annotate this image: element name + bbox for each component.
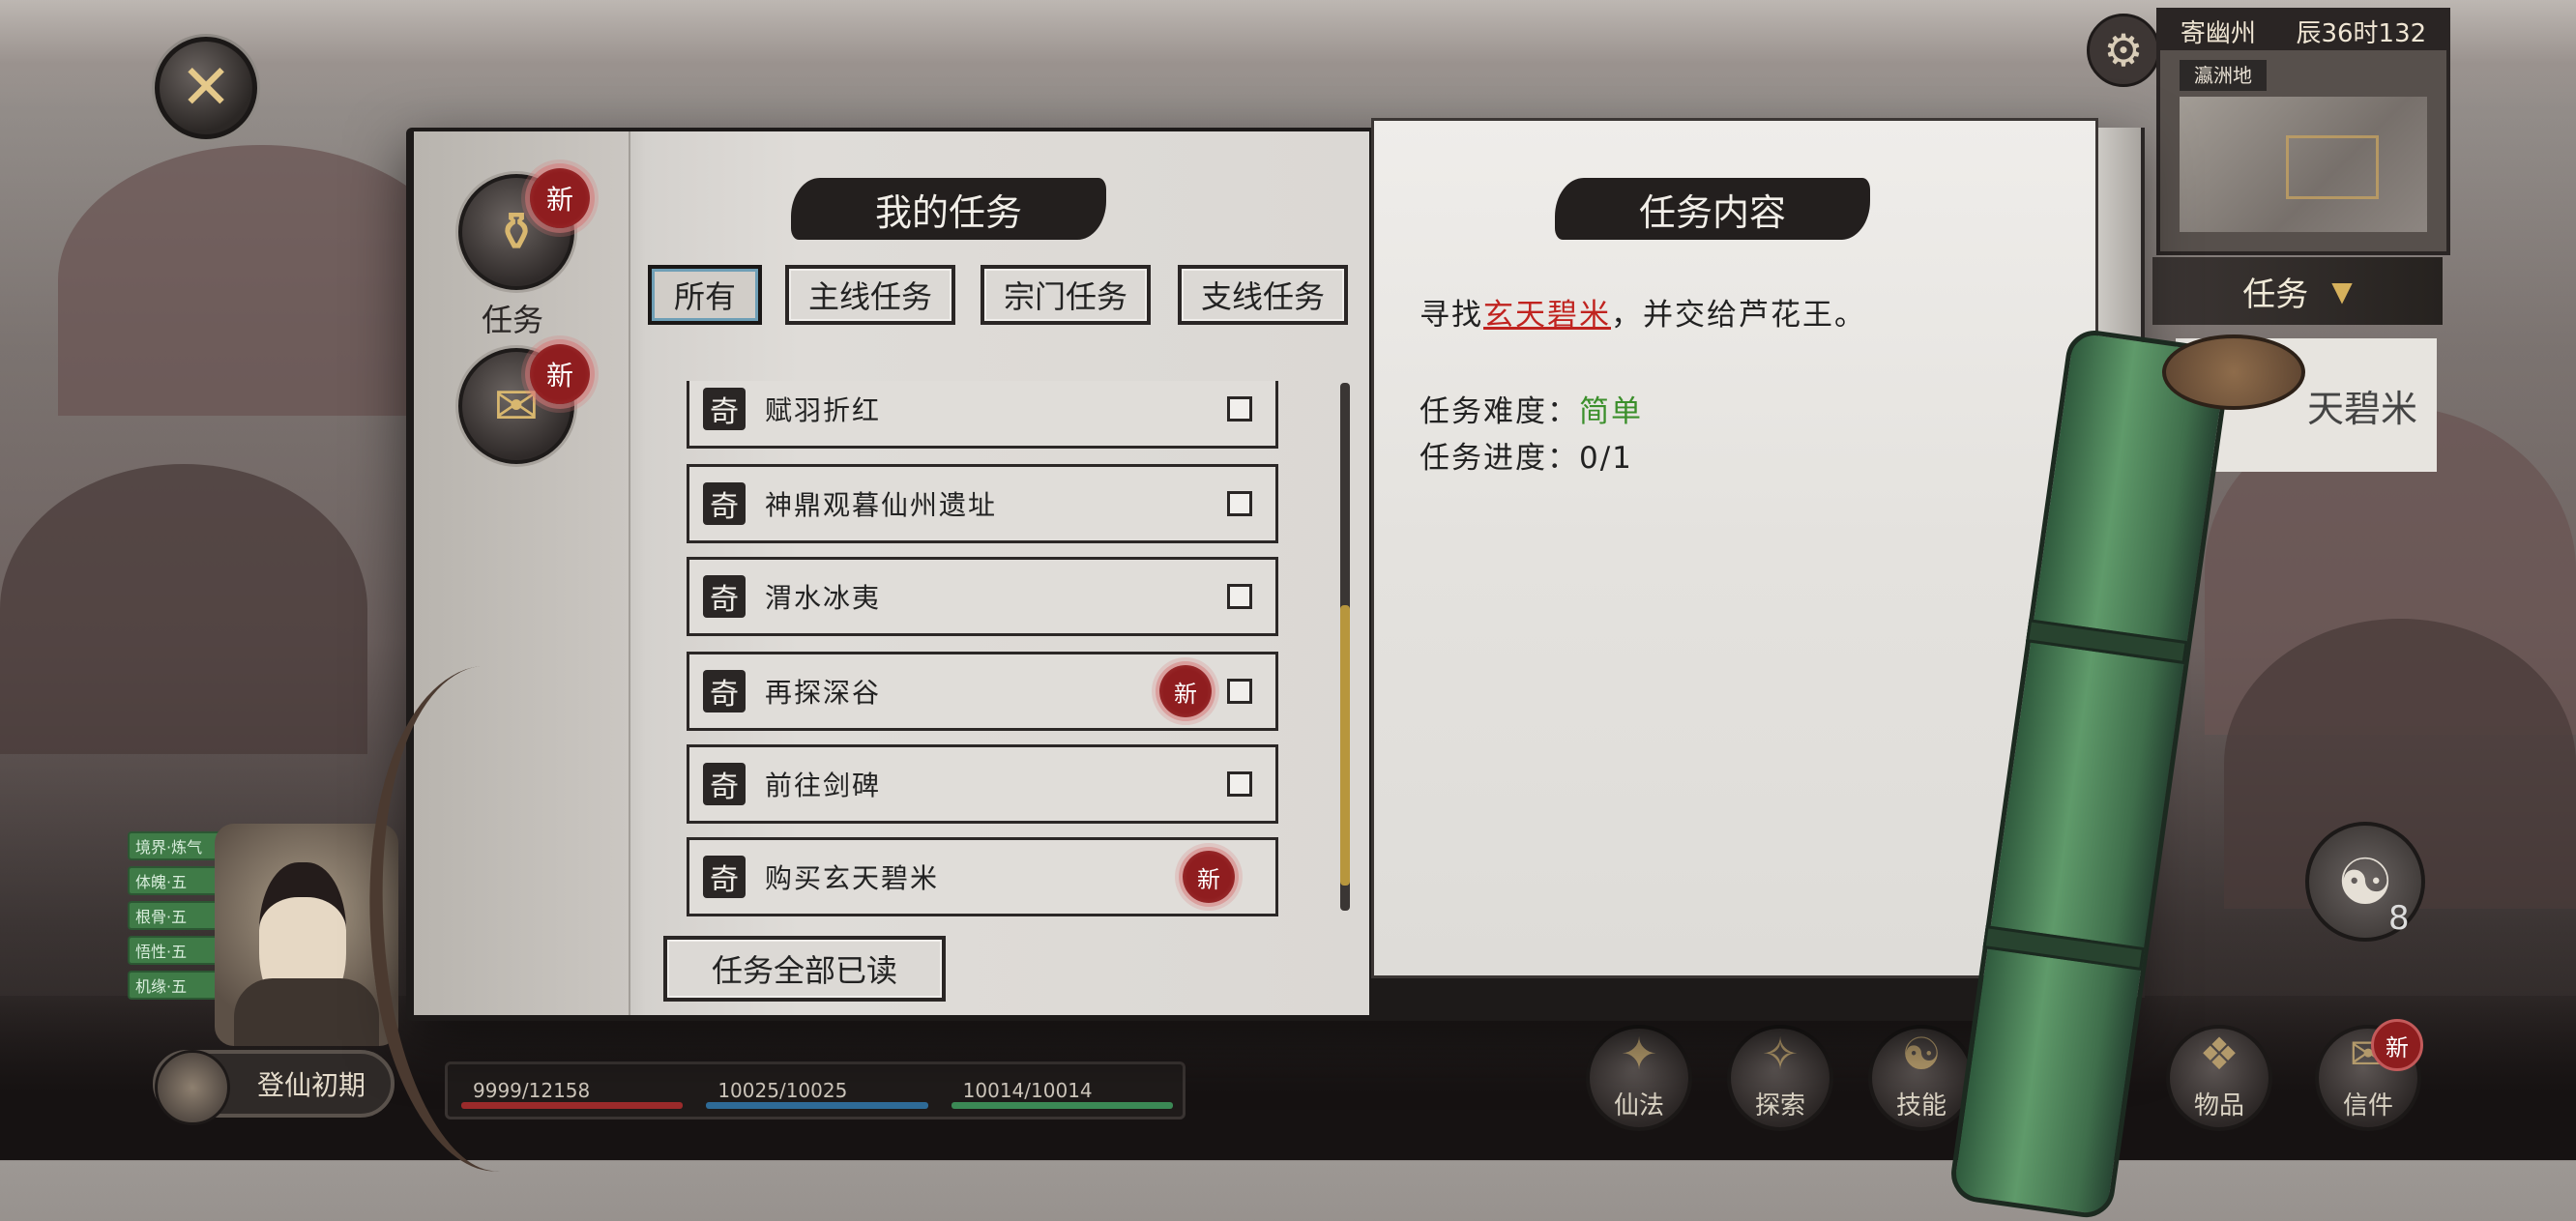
tab-main-quests[interactable]: 主线任务 bbox=[785, 265, 955, 325]
quest-progress: 任务进度：0/1 bbox=[1420, 433, 1633, 477]
quest-list[interactable]: 奇 赋羽折红 奇 神鼎观暮仙州遗址 奇 渭水冰夷 奇 再探深谷 新 奇 前往剑碑… bbox=[687, 381, 1278, 922]
cultivation-level-button[interactable]: 登仙初期 bbox=[153, 1050, 395, 1125]
compass-icon: ✧ bbox=[1761, 1028, 1800, 1080]
quest-row[interactable]: 奇 再探深谷 新 bbox=[687, 652, 1278, 731]
minimap-region-tag: 瀛洲地 bbox=[2180, 60, 2267, 91]
difficulty-label: 任务难度： bbox=[1420, 394, 1579, 429]
bottom-button-explore[interactable]: ✧ 探索 bbox=[1727, 1025, 1833, 1131]
quest-list-title: 我的任务 bbox=[791, 178, 1106, 240]
description-suffix: ，并交给芦花王。 bbox=[1611, 298, 1866, 333]
progress-value: 0/1 bbox=[1579, 441, 1633, 476]
gear-icon: ⚙ bbox=[2103, 24, 2144, 76]
scroll-icon: ✦ bbox=[1620, 1028, 1658, 1080]
bottom-button-label: 仙法 bbox=[1613, 1091, 1664, 1120]
quest-description: 寻找玄天碧米，并交给芦花王。 bbox=[1420, 290, 1866, 334]
quest-name: 渭水冰夷 bbox=[765, 582, 882, 614]
minimap-map[interactable] bbox=[2180, 97, 2427, 232]
progress-label: 任务进度： bbox=[1420, 441, 1579, 476]
mountain-left-lower bbox=[0, 464, 367, 754]
mp-bar bbox=[706, 1102, 928, 1109]
new-badge: 新 bbox=[530, 344, 590, 404]
quest-checkbox[interactable] bbox=[1227, 771, 1252, 797]
mountain-left bbox=[58, 145, 464, 416]
quest-row[interactable]: 奇 购买玄天碧米 新 bbox=[687, 837, 1278, 916]
quest-type-icon: 奇 bbox=[703, 763, 746, 805]
minimap-view-frame bbox=[2286, 135, 2379, 199]
quest-difficulty: 任务难度：简单 bbox=[1420, 387, 1643, 430]
new-badge: 新 bbox=[1183, 851, 1235, 903]
new-badge: 新 bbox=[2371, 1019, 2423, 1071]
quest-checkbox[interactable] bbox=[1227, 679, 1252, 704]
minimap-header: 寄幽州 辰36时132 bbox=[2160, 12, 2446, 50]
taiji-icon: ☯ bbox=[1901, 1028, 1942, 1080]
difficulty-value: 简单 bbox=[1579, 394, 1643, 429]
minimap-time: 辰36时132 bbox=[2296, 18, 2427, 48]
sp-stat: 10014/10014 bbox=[938, 1064, 1183, 1117]
quest-type-icon: 奇 bbox=[703, 670, 746, 712]
triangle-down-icon: ▼ bbox=[2331, 275, 2353, 307]
new-badge: 新 bbox=[1159, 665, 1212, 717]
minimap[interactable]: 寄幽州 辰36时132 瀛洲地 bbox=[2156, 8, 2450, 255]
portrait-body bbox=[234, 978, 379, 1046]
bottom-button-label: 技能 bbox=[1895, 1091, 1947, 1120]
quest-type-icon: 奇 bbox=[703, 388, 746, 430]
quest-type-icon: 奇 bbox=[703, 575, 746, 618]
quest-checkbox[interactable] bbox=[1227, 584, 1252, 609]
task-tracker-label: 任务 bbox=[2242, 275, 2309, 314]
yin-yang-icon: ☯ bbox=[2336, 844, 2394, 919]
quest-checkbox[interactable] bbox=[1227, 491, 1252, 516]
tab-sect-quests[interactable]: 宗门任务 bbox=[981, 265, 1151, 325]
bottom-button-label: 探索 bbox=[1754, 1091, 1805, 1120]
quest-target-link[interactable]: 玄天碧米 bbox=[1483, 298, 1611, 333]
minimap-location: 寄幽州 bbox=[2180, 18, 2256, 48]
settings-button[interactable]: ⚙ bbox=[2087, 14, 2160, 87]
bottom-button-label: 信件 bbox=[2342, 1091, 2393, 1120]
quest-name: 前往剑碑 bbox=[765, 770, 882, 801]
cultivation-level-label: 登仙初期 bbox=[256, 1069, 366, 1101]
quest-detail-page bbox=[1371, 118, 2098, 978]
quest-type-icon: 奇 bbox=[703, 482, 746, 525]
quest-type-icon: 奇 bbox=[703, 856, 746, 898]
mp-stat: 10025/10025 bbox=[692, 1064, 937, 1117]
mp-value: 10025/10025 bbox=[717, 1079, 848, 1102]
bottom-button-letters[interactable]: ✉ 信件新 bbox=[2315, 1019, 2423, 1131]
category-quest-label: 任务 bbox=[482, 302, 544, 338]
quest-checkbox[interactable] bbox=[1227, 396, 1252, 422]
sp-value: 10014/10014 bbox=[962, 1079, 1093, 1102]
description-prefix: 寻找 bbox=[1420, 298, 1483, 333]
bottom-button-spells[interactable]: ✦ 仙法 bbox=[1586, 1025, 1692, 1131]
coin-icon bbox=[155, 1050, 230, 1125]
yin-yang-count: 8 bbox=[2388, 899, 2410, 938]
bamboo-cap bbox=[2162, 334, 2305, 410]
scrollbar-thumb[interactable] bbox=[1340, 605, 1350, 886]
tab-all[interactable]: 所有 bbox=[648, 265, 762, 325]
bamboo-node bbox=[1982, 925, 2146, 971]
quest-list-scrollbar[interactable] bbox=[1340, 383, 1350, 911]
quest-name: 购买玄天碧米 bbox=[765, 862, 940, 894]
quest-row[interactable]: 奇 渭水冰夷 bbox=[687, 557, 1278, 636]
quest-name: 赋羽折红 bbox=[765, 394, 882, 426]
quest-row[interactable]: 奇 神鼎观暮仙州遗址 bbox=[687, 464, 1278, 543]
task-tracker-tab[interactable]: 任务 ▼ bbox=[2152, 257, 2443, 325]
quest-row[interactable]: 奇 前往剑碑 bbox=[687, 744, 1278, 824]
mark-all-read-button[interactable]: 任务全部已读 bbox=[663, 936, 946, 1002]
close-icon: ✕ bbox=[180, 52, 232, 124]
quest-row[interactable]: 奇 赋羽折红 bbox=[687, 381, 1278, 449]
quest-name: 神鼎观暮仙州遗址 bbox=[765, 489, 998, 521]
quest-detail-title: 任务内容 bbox=[1555, 178, 1870, 240]
tab-side-quests[interactable]: 支线任务 bbox=[1178, 265, 1348, 325]
quest-name: 再探深谷 bbox=[765, 677, 882, 709]
bottom-button-label: 物品 bbox=[2193, 1091, 2244, 1120]
new-badge: 新 bbox=[530, 168, 590, 228]
bag-icon: ❖ bbox=[2199, 1028, 2239, 1080]
close-button[interactable]: ✕ bbox=[155, 37, 257, 139]
sp-bar bbox=[951, 1102, 1173, 1109]
bamboo-node bbox=[2026, 619, 2188, 665]
bottom-button-items[interactable]: ❖ 物品 bbox=[2166, 1025, 2272, 1131]
